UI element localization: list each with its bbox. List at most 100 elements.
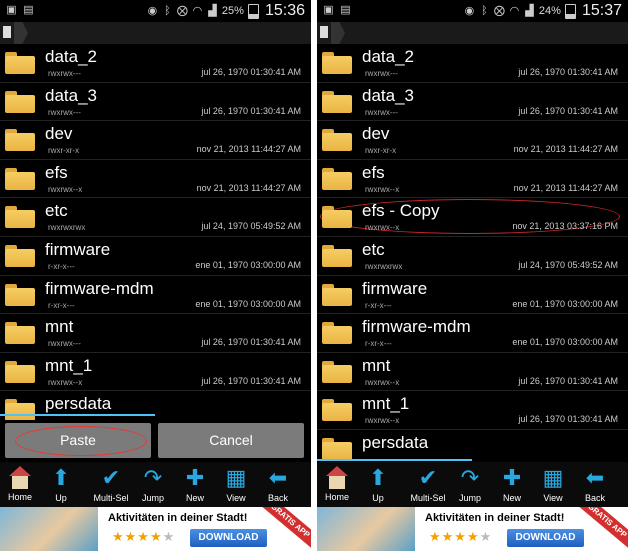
root-home-icon[interactable]	[3, 26, 11, 38]
view-button[interactable]: ▦ View	[216, 462, 256, 507]
bottom-toolbar: Home ⬆ Up ✔ Multi-Sel ↷ Jump ✚ New ▦ Vie…	[317, 462, 628, 507]
paste-button[interactable]: Paste	[5, 423, 151, 458]
up-button[interactable]: ⬆ Up	[358, 462, 398, 507]
jump-label: Jump	[458, 493, 481, 503]
wifi-icon: ◠	[192, 4, 203, 17]
scroll-indicator	[317, 459, 472, 461]
left-arrow-icon: ⬅	[585, 465, 605, 490]
plus-icon: ✚	[185, 465, 205, 490]
jump-button[interactable]: ↷ Jump	[450, 462, 490, 507]
home-label: Home	[7, 492, 32, 502]
view-label: View	[226, 493, 246, 503]
file-date: jul 26, 1970 01:30:41 AM	[518, 414, 618, 425]
list-item[interactable]: firmware r-xr-x--- ene 01, 1970 03:00:00…	[0, 237, 311, 276]
wifi-icon: ◠	[509, 4, 520, 17]
file-permissions: rwxr-xr-x	[48, 146, 80, 156]
file-permissions: rwxrwxrwx	[365, 261, 403, 271]
ad-download-button[interactable]: DOWNLOAD	[190, 529, 267, 547]
up-arrow-icon: ⬆	[368, 465, 388, 490]
file-permissions: rwxrwx--x	[365, 223, 400, 233]
list-item[interactable]: mnt_1 rwxrwx--x jul 26, 1970 01:30:41 AM	[317, 391, 628, 430]
folder-icon	[5, 206, 35, 229]
file-date: jul 26, 1970 01:30:41 AM	[201, 337, 301, 348]
file-date: nov 21, 2013 11:44:27 AM	[196, 144, 301, 155]
list-item-new-copy[interactable]: efs - Copy rwxrwx--x nov 21, 2013 03:37:…	[317, 198, 628, 237]
multi-sel-label: Multi-Sel	[93, 493, 129, 503]
back-button[interactable]: ⬅ Back	[575, 462, 615, 507]
battery-icon	[564, 3, 576, 19]
view-button[interactable]: ▦ View	[533, 462, 573, 507]
list-item[interactable]: efs rwxrwx--x nov 21, 2013 11:44:27 AM	[317, 160, 628, 199]
up-button[interactable]: ⬆ Up	[41, 462, 81, 507]
left-arrow-icon: ⬅	[268, 465, 288, 490]
home-button[interactable]: Home	[317, 462, 357, 507]
screenshot-after-paste: ▣ ▤ ◉ ᛒ ⨂ ◠ ▟ 24% 15:37 data_2 rwxrwx---…	[317, 0, 628, 551]
up-label: Up	[372, 493, 384, 503]
list-item[interactable]: etc rwxrwxrwx jul 24, 1970 05:49:52 AM	[317, 237, 628, 276]
folder-icon	[322, 206, 352, 229]
list-item[interactable]: persdata	[317, 430, 628, 462]
file-date: nov 21, 2013 11:44:27 AM	[513, 182, 618, 193]
clock: 15:36	[264, 2, 305, 19]
multi-sel-button[interactable]: ✔ Multi-Sel	[86, 462, 136, 507]
file-name: etc	[362, 239, 385, 259]
file-manager-notification-icon: ▤	[340, 4, 351, 16]
file-list[interactable]: data_2 rwxrwx--- jul 26, 1970 01:30:41 A…	[317, 44, 628, 462]
file-permissions: rwxrwx--x	[365, 184, 400, 194]
folder-icon	[5, 52, 35, 74]
list-item[interactable]: mnt rwxrwx--x jul 26, 1970 01:30:41 AM	[317, 353, 628, 392]
path-bar[interactable]	[0, 22, 311, 44]
curved-arrow-icon: ↷	[143, 465, 163, 490]
list-item[interactable]: mnt rwxrwx--- jul 26, 1970 01:30:41 AM	[0, 314, 311, 353]
battery-percent: 24%	[538, 5, 561, 17]
status-bar: ▣ ▤ ◉ ᛒ ⨂ ◠ ▟ 25% 15:36	[0, 0, 311, 22]
folder-icon	[322, 322, 352, 345]
list-item[interactable]: dev rwxr-xr-x nov 21, 2013 11:44:27 AM	[317, 121, 628, 160]
file-manager-notification-icon: ▤	[23, 4, 34, 16]
breadcrumb-root[interactable]	[331, 22, 345, 44]
list-item[interactable]: mnt_1 rwxrwx--x jul 26, 1970 01:30:41 AM	[0, 353, 311, 392]
list-item[interactable]: data_3 rwxrwx--- jul 26, 1970 01:30:41 A…	[0, 83, 311, 122]
ad-rating-stars: ★★★★★	[112, 529, 176, 544]
list-item[interactable]: data_3 rwxrwx--- jul 26, 1970 01:30:41 A…	[317, 83, 628, 122]
multi-sel-button[interactable]: ✔ Multi-Sel	[403, 462, 453, 507]
clock: 15:37	[581, 2, 622, 19]
jump-button[interactable]: ↷ Jump	[133, 462, 173, 507]
file-date: jul 26, 1970 01:30:41 AM	[201, 67, 301, 77]
list-item[interactable]: firmware-mdm r-xr-x--- ene 01, 1970 03:0…	[317, 314, 628, 353]
list-item[interactable]: etc rwxrwxrwx jul 24, 1970 05:49:52 AM	[0, 198, 311, 237]
list-item[interactable]: data_2 rwxrwx--- jul 26, 1970 01:30:41 A…	[317, 44, 628, 83]
new-button[interactable]: ✚ New	[175, 462, 215, 507]
root-home-icon[interactable]	[320, 26, 328, 38]
list-item[interactable]: efs rwxrwx--x nov 21, 2013 11:44:27 AM	[0, 160, 311, 199]
file-name: mnt	[362, 355, 391, 375]
list-item[interactable]: persdata	[0, 391, 311, 422]
back-button[interactable]: ⬅ Back	[258, 462, 298, 507]
folder-icon	[5, 244, 35, 267]
list-item[interactable]: firmware r-xr-x--- ene 01, 1970 03:00:00…	[317, 276, 628, 315]
home-icon	[326, 466, 348, 490]
file-name: firmware-mdm	[362, 317, 471, 337]
breadcrumb-root[interactable]	[14, 22, 28, 44]
checkmark-icon: ✔	[101, 465, 121, 490]
file-list[interactable]: data_2 rwxrwx--- jul 26, 1970 01:30:41 A…	[0, 44, 311, 422]
ad-banner[interactable]: Aktivitäten in deiner Stadt! ★★★★★ DOWNL…	[0, 507, 311, 551]
path-bar[interactable]	[317, 22, 628, 44]
cancel-button[interactable]: Cancel	[158, 423, 304, 458]
list-item[interactable]: firmware-mdm r-xr-x--- ene 01, 1970 03:0…	[0, 276, 311, 315]
file-permissions: rwxrwxrwx	[48, 223, 86, 233]
ad-title: Aktivitäten in deiner Stadt!	[108, 512, 248, 524]
ad-download-button[interactable]: DOWNLOAD	[507, 529, 584, 547]
curved-arrow-icon: ↷	[460, 465, 480, 490]
ad-banner[interactable]: Aktivitäten in deiner Stadt! ★★★★★ DOWNL…	[317, 507, 628, 551]
list-item[interactable]: dev rwxr-xr-x nov 21, 2013 11:44:27 AM	[0, 121, 311, 160]
new-button[interactable]: ✚ New	[492, 462, 532, 507]
eye-icon: ◉	[464, 4, 475, 17]
status-bar: ▣ ▤ ◉ ᛒ ⨂ ◠ ▟ 24% 15:37	[317, 0, 628, 22]
file-date: ene 01, 1970 03:00:00 AM	[512, 298, 618, 309]
folder-icon	[322, 283, 352, 306]
list-item[interactable]: data_2 rwxrwx--- jul 26, 1970 01:30:41 A…	[0, 44, 311, 83]
file-name: firmware-mdm	[45, 278, 154, 298]
file-name: etc	[45, 201, 68, 221]
home-button[interactable]: Home	[0, 462, 40, 507]
